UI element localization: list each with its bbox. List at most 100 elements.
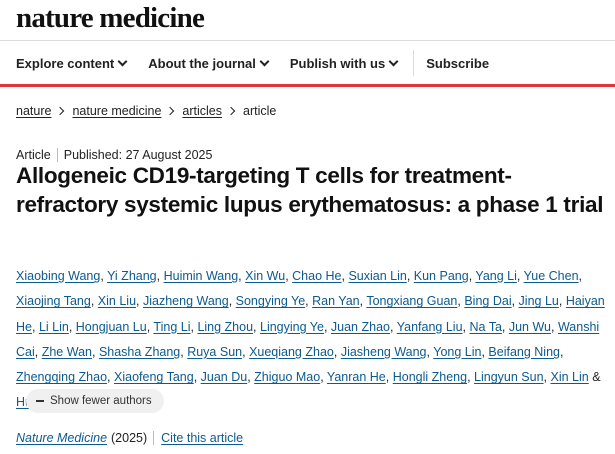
author-link[interactable]: Beifang Ning — [488, 345, 560, 359]
author-separator: , — [136, 294, 143, 309]
author-separator: , — [559, 344, 564, 359]
show-fewer-label: Show fewer authors — [50, 395, 152, 407]
author-separator: , — [323, 319, 331, 334]
cite-divider — [153, 431, 155, 445]
author-link[interactable]: Chao He — [292, 269, 341, 283]
publication-year: (2025) — [111, 431, 148, 445]
author-link[interactable]: Jing Lu — [519, 294, 559, 308]
author-separator: , — [501, 319, 509, 334]
author-link[interactable]: Jiasheng Wang — [341, 345, 427, 359]
author-link[interactable]: Jun Wu — [509, 320, 551, 334]
author-link[interactable]: Xin Wu — [245, 269, 285, 283]
chevron-right-icon — [166, 106, 175, 116]
author-separator: , — [107, 370, 114, 385]
chevron-down-icon — [388, 56, 399, 66]
nav-subscribe[interactable]: Subscribe — [426, 56, 489, 71]
breadcrumb: nature nature medicine articles article — [16, 104, 276, 118]
author-separator: , — [68, 319, 76, 334]
author-separator: , — [516, 269, 524, 283]
article-meta: Article Published: 27 August 2025 — [16, 148, 212, 162]
author-link[interactable]: Na Ta — [469, 320, 501, 334]
author-link[interactable]: Xueqiang Zhao — [249, 345, 334, 359]
nav-explore-content[interactable]: Explore content — [16, 56, 128, 71]
nav-publish-with-us-label: Publish with us — [289, 55, 386, 71]
author-separator: , — [511, 294, 519, 309]
author-separator: , — [228, 294, 236, 309]
author-link[interactable]: Zhengqing Zhao — [16, 370, 107, 384]
nav-about-journal-label: About the journal — [148, 55, 256, 71]
breadcrumb-current: article — [243, 104, 277, 118]
cite-this-article-link[interactable]: Cite this article — [161, 431, 243, 445]
author-separator: , — [91, 344, 99, 359]
author-separator: , — [551, 319, 558, 334]
author-link[interactable]: Xin Liu — [98, 294, 136, 308]
author-separator: , — [320, 370, 327, 385]
author-link[interactable]: Suxian Lin — [348, 269, 406, 283]
author-link[interactable]: Yue Chen — [524, 269, 579, 283]
author-link[interactable]: Huimin Wang — [164, 269, 239, 283]
author-link[interactable]: Xiaofeng Tang — [114, 370, 194, 384]
author-link[interactable]: Juan Du — [201, 370, 248, 384]
author-link[interactable]: Yanran He — [327, 370, 386, 384]
author-link[interactable]: Xin Lin — [551, 370, 589, 384]
article-type: Article — [16, 148, 51, 162]
author-separator: , — [385, 370, 393, 385]
author-separator: , — [193, 370, 201, 385]
article-title: Allogeneic CD19-targeting T cells for tr… — [16, 163, 604, 217]
author-link[interactable]: Xiaojing Tang — [16, 294, 91, 308]
breadcrumb-articles[interactable]: articles — [182, 104, 222, 118]
author-link[interactable]: Bing Dai — [464, 294, 511, 308]
author-separator: , — [90, 294, 98, 309]
author-separator: , — [406, 269, 414, 283]
author-link[interactable]: Ran Yan — [312, 294, 360, 308]
journal-link[interactable]: Nature Medicine — [16, 431, 107, 445]
author-link[interactable]: Juan Zhao — [331, 320, 390, 334]
chevron-right-icon — [226, 106, 236, 116]
author-separator: , — [34, 344, 42, 359]
site-logo[interactable]: nature medicine — [16, 2, 205, 35]
meta-divider — [56, 148, 58, 162]
author-separator: , — [333, 344, 341, 359]
author-link[interactable]: Shasha Zhang — [99, 345, 180, 359]
author-separator: , — [543, 370, 551, 385]
chevron-right-icon — [56, 106, 65, 116]
author-link[interactable]: Yanfang Liu — [397, 320, 463, 334]
breadcrumb-nature-medicine[interactable]: nature medicine — [72, 104, 161, 118]
nav-about-journal[interactable]: About the journal — [148, 55, 270, 71]
author-link[interactable]: Yang Li — [475, 269, 516, 283]
author-link[interactable]: Hongjuan Lu — [76, 320, 147, 334]
author-link[interactable]: Zhiguo Mao — [254, 370, 320, 384]
author-separator: , — [156, 269, 164, 283]
author-link[interactable]: Yong Lin — [433, 345, 481, 359]
nav-publish-with-us[interactable]: Publish with us — [289, 55, 399, 71]
author-link[interactable]: Ling Zhou — [197, 320, 253, 334]
show-fewer-authors-button[interactable]: Show fewer authors — [26, 389, 164, 413]
author-separator: , — [253, 319, 260, 334]
author-link[interactable]: Jiazheng Wang — [143, 294, 229, 308]
nav-divider — [413, 50, 415, 76]
author-ampersand: & — [588, 370, 601, 385]
author-link[interactable]: Songying Ye — [236, 294, 306, 308]
author-link[interactable]: Ting Li — [153, 320, 190, 334]
author-link[interactable]: Lingying Ye — [260, 320, 324, 334]
author-separator: , — [389, 319, 397, 334]
author-link[interactable]: Tongxiang Guan — [366, 294, 457, 308]
author-link[interactable]: Xiaobing Wang — [16, 269, 100, 283]
author-link[interactable]: Hongli Zheng — [393, 370, 467, 384]
nav-accent-rule — [0, 84, 615, 87]
author-separator: , — [31, 319, 39, 334]
author-link[interactable]: Zhe Wan — [42, 345, 92, 359]
author-link[interactable]: Kun Pang — [414, 269, 469, 283]
chevron-down-icon — [259, 56, 270, 66]
author-separator: , — [467, 370, 475, 385]
author-link[interactable]: Lingyun Sun — [474, 370, 544, 384]
author-link[interactable]: Li Lin — [39, 320, 69, 334]
published-date: Published: 27 August 2025 — [63, 148, 213, 162]
author-separator: , — [578, 269, 583, 283]
breadcrumb-nature[interactable]: nature — [16, 104, 51, 118]
chevron-down-icon — [117, 56, 128, 66]
author-link[interactable]: Ruya Sun — [187, 345, 242, 359]
citation-line: Nature Medicine (2025) Cite this article — [16, 431, 243, 445]
author-link[interactable]: Yi Zhang — [107, 269, 157, 283]
minus-icon — [36, 400, 44, 402]
